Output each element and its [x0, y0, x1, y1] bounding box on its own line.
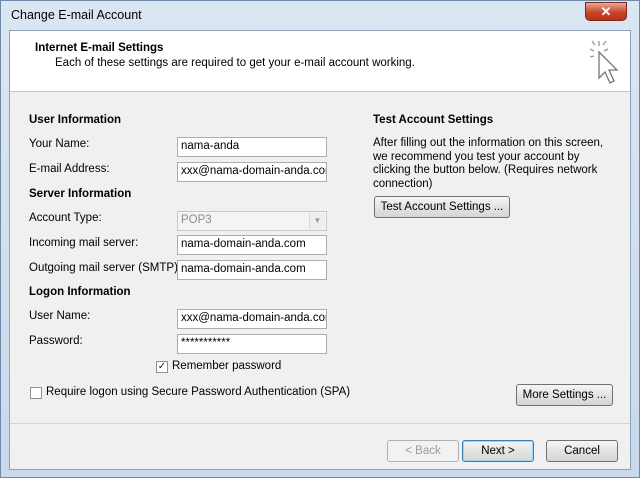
test-settings-heading: Test Account Settings [373, 114, 494, 126]
close-button[interactable]: ✕ [585, 2, 627, 21]
password-field[interactable]: *********** [177, 334, 327, 354]
spa-checkbox[interactable] [30, 387, 42, 399]
your-name-field[interactable]: nama-anda [177, 137, 327, 157]
password-label: Password: [29, 335, 83, 347]
header-subtitle: Each of these settings are required to g… [55, 57, 415, 69]
email-address-label: E-mail Address: [29, 163, 110, 175]
incoming-server-field[interactable]: nama-domain-anda.com [177, 235, 327, 255]
dialog-header: Internet E-mail Settings Each of these s… [10, 31, 630, 92]
incoming-server-label: Incoming mail server: [29, 237, 139, 249]
user-name-field[interactable]: xxx@nama-domain-anda.com [177, 309, 327, 329]
user-name-label: User Name: [29, 310, 91, 322]
close-icon: ✕ [600, 4, 612, 19]
outgoing-server-label: Outgoing mail server (SMTP): [29, 262, 182, 274]
next-button[interactable]: Next > [462, 440, 534, 462]
account-type-dropdown: POP3 ▼ [177, 211, 327, 231]
account-type-label: Account Type: [29, 212, 102, 224]
back-button[interactable]: < Back [387, 440, 459, 462]
test-account-settings-button[interactable]: Test Account Settings ... [374, 196, 510, 218]
chevron-down-icon: ▼ [309, 213, 325, 229]
spa-label: Require logon using Secure Password Auth… [46, 386, 351, 398]
title-bar[interactable]: Change E-mail Account ✕ [1, 1, 639, 30]
your-name-label: Your Name: [29, 138, 90, 150]
more-settings-button[interactable]: More Settings ... [516, 384, 613, 406]
remember-password-label: Remember password [172, 360, 282, 372]
remember-password-checkbox[interactable]: ✓ [156, 361, 168, 373]
logon-info-heading: Logon Information [29, 286, 131, 298]
user-info-heading: User Information [29, 114, 122, 126]
cursor-click-icon [589, 40, 619, 84]
outgoing-server-field[interactable]: nama-domain-anda.com [177, 260, 327, 280]
email-address-field[interactable]: xxx@nama-domain-anda.com [177, 162, 327, 182]
dialog-content: Internet E-mail Settings Each of these s… [9, 30, 631, 470]
account-type-value: POP3 [181, 214, 212, 226]
footer-divider [10, 423, 630, 424]
cancel-button[interactable]: Cancel [546, 440, 618, 462]
test-settings-description: After filling out the information on thi… [373, 137, 604, 190]
window-title: Change E-mail Account [11, 8, 142, 22]
server-info-heading: Server Information [29, 188, 132, 200]
header-title: Internet E-mail Settings [35, 42, 164, 54]
change-email-account-window: Change E-mail Account ✕ Internet E-mail … [0, 0, 640, 478]
